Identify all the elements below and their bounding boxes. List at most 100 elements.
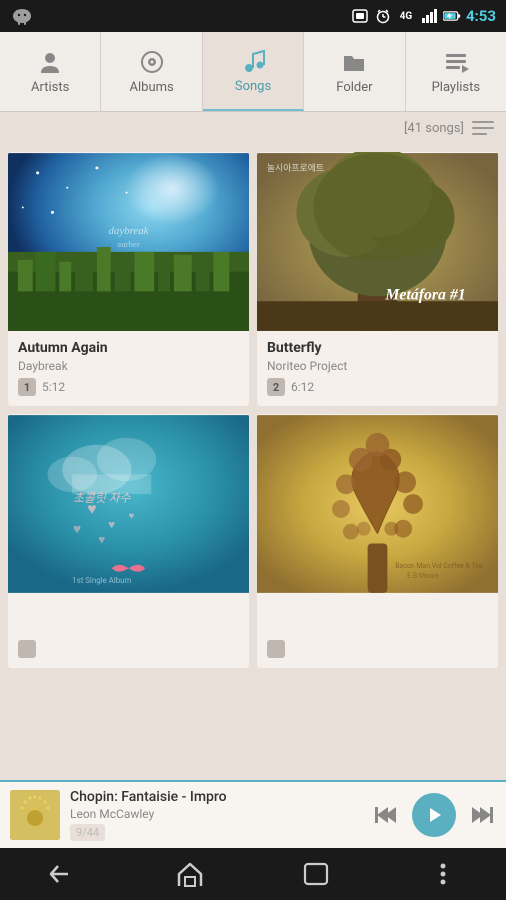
tab-artists[interactable]: Artists <box>0 32 101 111</box>
status-bar-left <box>10 6 34 26</box>
now-playing-info: Chopin: Fantaisie - Impro Leon McCawley … <box>70 789 362 841</box>
next-icon <box>468 801 496 829</box>
back-icon <box>48 862 78 886</box>
now-playing-artwork <box>10 790 60 840</box>
song-duration-1: 5:12 <box>42 380 65 394</box>
artwork-butterfly: 놀시아프로에트 Metáfora #1 <box>257 152 498 332</box>
home-icon <box>175 860 205 888</box>
song-card-4[interactable]: Bacon Man Vol Coffee & Tea E.B.Moore <box>257 414 498 668</box>
svg-text:Metáfora #1: Metáfora #1 <box>384 286 465 303</box>
song-info-3 <box>8 594 249 668</box>
song-artist-2: Noriteo Project <box>267 359 488 373</box>
playlists-icon <box>443 49 469 75</box>
android-icon <box>10 6 34 26</box>
recents-button[interactable] <box>291 854 341 894</box>
svg-text:♥: ♥ <box>98 533 105 547</box>
song-artist-1: Daybreak <box>18 359 239 373</box>
artwork-butterfly-svg: 놀시아프로에트 Metáfora #1 <box>257 152 498 332</box>
song-artist-3 <box>18 621 239 635</box>
artwork-song4-svg: Bacon Man Vol Coffee & Tea E.B.Moore <box>257 414 498 594</box>
signal-icon <box>420 9 438 23</box>
tab-playlists[interactable]: Playlists <box>406 32 506 111</box>
artwork-autumn-again-svg: daybreak aurber <box>8 152 249 332</box>
sort-line-3 <box>472 133 487 135</box>
artists-icon <box>37 49 63 75</box>
song-meta-4 <box>267 640 488 658</box>
tab-folder-label: Folder <box>336 80 372 95</box>
artwork-song4: Bacon Man Vol Coffee & Tea E.B.Moore <box>257 414 498 594</box>
bottom-nav <box>0 848 506 900</box>
song-meta-1: 1 5:12 <box>18 378 239 396</box>
recents-icon <box>302 861 330 887</box>
song-title-1: Autumn Again <box>18 340 239 356</box>
song-info-1: Autumn Again Daybreak 1 5:12 <box>8 332 249 406</box>
song-artist-4 <box>267 621 488 635</box>
now-playing-bar: Chopin: Fantaisie - Impro Leon McCawley … <box>0 780 506 848</box>
song-meta-3 <box>18 640 239 658</box>
songs-icon <box>240 48 266 74</box>
status-bar: 4G 4:53 <box>0 0 506 32</box>
artwork-song3: ♥ ♥ ♥ ♥ ♥ 초콜릿 자수 1st Single Album <box>8 414 249 594</box>
status-bar-right: 4G 4:53 <box>351 7 496 25</box>
now-playing-title: Chopin: Fantaisie - Impro <box>70 789 362 805</box>
tab-playlists-label: Playlists <box>432 80 480 95</box>
svg-text:놀시아프로에트: 놀시아프로에트 <box>267 163 324 173</box>
track-num-3 <box>18 640 36 658</box>
alarm-icon <box>374 9 392 23</box>
play-icon <box>423 804 445 826</box>
network-4g-icon: 4G <box>397 9 415 23</box>
tab-folder[interactable]: Folder <box>304 32 405 111</box>
svg-text:aurber: aurber <box>117 239 140 249</box>
folder-icon <box>341 49 367 75</box>
song-count-text: [41 songs] <box>404 121 464 136</box>
song-grid: daybreak aurber Autumn Again Daybreak 1 … <box>0 144 506 676</box>
now-playing-progress: 9/44 <box>70 824 105 841</box>
svg-text:Bacon Man Vol Coffee & Tea: Bacon Man Vol Coffee & Tea <box>395 562 483 570</box>
tab-songs-label: Songs <box>235 79 271 94</box>
now-playing-controls <box>372 793 496 837</box>
sort-icon[interactable] <box>472 119 494 137</box>
song-title-3 <box>18 602 239 618</box>
more-button[interactable] <box>418 854 468 894</box>
song-title-4 <box>267 602 488 618</box>
status-time: 4:53 <box>466 7 496 25</box>
now-playing-artist: Leon McCawley <box>70 807 362 821</box>
svg-text:초콜릿 자수: 초콜릿 자수 <box>73 491 132 505</box>
song-meta-2: 2 6:12 <box>267 378 488 396</box>
song-count-bar: [41 songs] <box>0 112 506 144</box>
song-card-3[interactable]: ♥ ♥ ♥ ♥ ♥ 초콜릿 자수 1st Single Album <box>8 414 249 668</box>
svg-text:E.B.Moore: E.B.Moore <box>407 572 439 580</box>
next-button[interactable] <box>468 801 496 829</box>
track-num-1: 1 <box>18 378 36 396</box>
song-info-4 <box>257 594 498 668</box>
track-num-4 <box>267 640 285 658</box>
svg-text:daybreak: daybreak <box>108 225 148 237</box>
sim-icon <box>351 9 369 23</box>
svg-text:♥: ♥ <box>129 511 135 522</box>
tab-albums[interactable]: Albums <box>101 32 202 111</box>
song-title-2: Butterfly <box>267 340 488 356</box>
play-button[interactable] <box>412 793 456 837</box>
home-button[interactable] <box>165 854 215 894</box>
back-button[interactable] <box>38 854 88 894</box>
song-card-butterfly[interactable]: 놀시아프로에트 Metáfora #1 Butterfly Noriteo Pr… <box>257 152 498 406</box>
song-card-autumn-again[interactable]: daybreak aurber Autumn Again Daybreak 1 … <box>8 152 249 406</box>
tab-artists-label: Artists <box>31 80 69 95</box>
albums-icon <box>139 49 165 75</box>
song-duration-2: 6:12 <box>291 380 314 394</box>
nav-tabs: Artists Albums Songs Folder Playlist <box>0 32 506 112</box>
sort-line-1 <box>472 121 494 123</box>
battery-icon <box>443 9 461 23</box>
track-num-2: 2 <box>267 378 285 396</box>
song-info-2: Butterfly Noriteo Project 2 6:12 <box>257 332 498 406</box>
more-icon <box>438 860 448 888</box>
tab-albums-label: Albums <box>130 80 174 95</box>
prev-icon <box>372 801 400 829</box>
artwork-song3-svg: ♥ ♥ ♥ ♥ ♥ 초콜릿 자수 1st Single Album <box>8 414 249 594</box>
tab-songs[interactable]: Songs <box>203 32 304 111</box>
prev-button[interactable] <box>372 801 400 829</box>
now-playing-thumb-svg <box>10 790 60 840</box>
svg-text:♥: ♥ <box>73 522 81 538</box>
svg-text:♥: ♥ <box>108 518 115 532</box>
svg-text:1st Single Album: 1st Single Album <box>72 576 131 585</box>
